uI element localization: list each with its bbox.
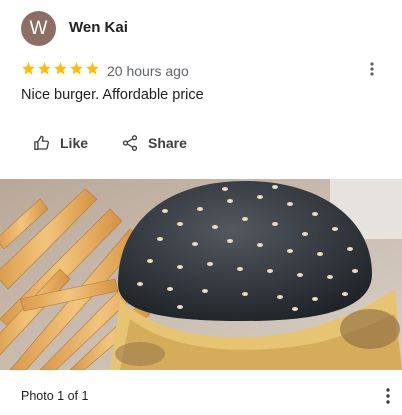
reviewer-name[interactable]: Wen Kai [69,19,128,36]
share-label: Share [148,135,187,151]
like-button[interactable]: Like [33,128,88,158]
burger-photo [0,179,402,370]
review-photo[interactable] [0,179,402,370]
like-label: Like [60,135,89,151]
star-icon [54,62,67,75]
star-icon [38,62,51,75]
more-vert-icon [370,62,374,76]
avatar[interactable]: W [21,11,56,46]
photo-counter: Photo 1 of 1 [21,389,89,403]
star-icon [70,62,83,75]
photo-more-options-button[interactable] [380,386,396,406]
review-time: 20 hours ago [107,63,189,79]
star-icon [86,62,99,75]
more-vert-icon [386,388,390,404]
star-rating [21,61,100,76]
share-button[interactable]: Share [121,128,187,158]
avatar-initial: W [29,17,48,39]
thumb-up-icon [34,135,49,151]
star-icon [22,62,35,75]
more-options-button[interactable] [364,60,380,78]
review-text: Nice burger. Affordable price [21,87,204,103]
share-icon [122,135,138,151]
